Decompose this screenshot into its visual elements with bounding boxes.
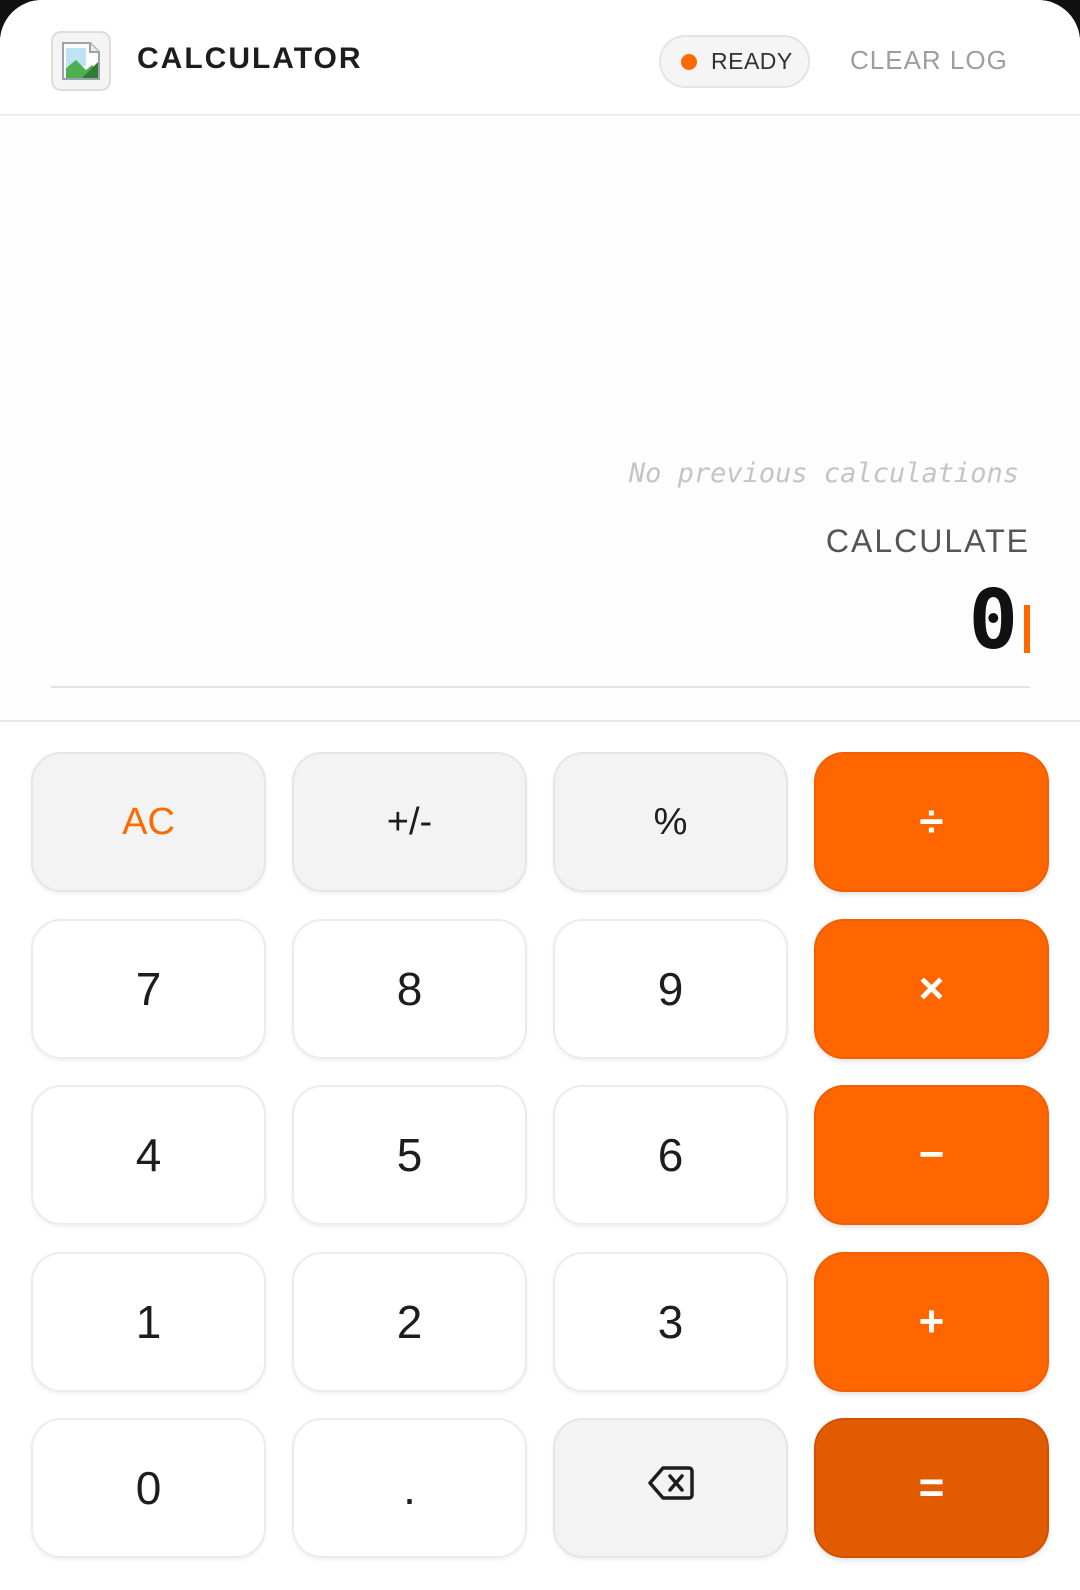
clear-log-button[interactable]: CLEAR LOG bbox=[850, 40, 1008, 80]
digit-7-button[interactable]: 7 bbox=[31, 919, 266, 1059]
result-row: 0 bbox=[969, 570, 1030, 670]
digit-2-button[interactable]: 2 bbox=[292, 1252, 527, 1392]
clear-all-button[interactable]: AC bbox=[31, 752, 266, 892]
digit-1-button[interactable]: 1 bbox=[31, 1252, 266, 1392]
digit-8-button[interactable]: 8 bbox=[292, 919, 527, 1059]
digit-9-button[interactable]: 9 bbox=[553, 919, 788, 1059]
text-cursor bbox=[1024, 605, 1030, 653]
toggle-sign-button[interactable]: +/- bbox=[292, 752, 527, 892]
subtract-button[interactable]: − bbox=[814, 1085, 1049, 1225]
backspace-icon bbox=[647, 1465, 694, 1511]
backspace-button[interactable] bbox=[553, 1418, 788, 1558]
digit-4-button[interactable]: 4 bbox=[31, 1085, 266, 1225]
result-value: 0 bbox=[968, 572, 1018, 668]
digit-3-button[interactable]: 3 bbox=[553, 1252, 788, 1392]
calculator-display: No previous calculations CALCULATE 0 bbox=[0, 118, 1080, 722]
digit-6-button[interactable]: 6 bbox=[553, 1085, 788, 1225]
status-badge: READY bbox=[659, 35, 810, 88]
status-dot-icon bbox=[681, 53, 697, 70]
status-text: READY bbox=[711, 48, 793, 74]
broken-image-icon bbox=[51, 31, 111, 91]
divide-button[interactable]: ÷ bbox=[814, 752, 1049, 892]
equals-button[interactable]: = bbox=[814, 1418, 1049, 1558]
calculate-label: CALCULATE bbox=[825, 523, 1030, 559]
digit-5-button[interactable]: 5 bbox=[292, 1085, 527, 1225]
percent-button[interactable]: % bbox=[553, 752, 788, 892]
add-button[interactable]: + bbox=[814, 1252, 1049, 1392]
app-header: CALCULATOR READY CLEAR LOG bbox=[0, 0, 1080, 116]
history-empty-message: No previous calculations bbox=[628, 458, 1019, 489]
calculator-app: CALCULATOR READY CLEAR LOG No previous c… bbox=[0, 0, 1080, 1590]
multiply-button[interactable]: × bbox=[814, 919, 1049, 1059]
digit-0-button[interactable]: 0 bbox=[31, 1418, 266, 1558]
app-title: CALCULATOR bbox=[137, 42, 363, 75]
decimal-button[interactable]: . bbox=[292, 1418, 527, 1558]
display-divider bbox=[51, 686, 1030, 688]
